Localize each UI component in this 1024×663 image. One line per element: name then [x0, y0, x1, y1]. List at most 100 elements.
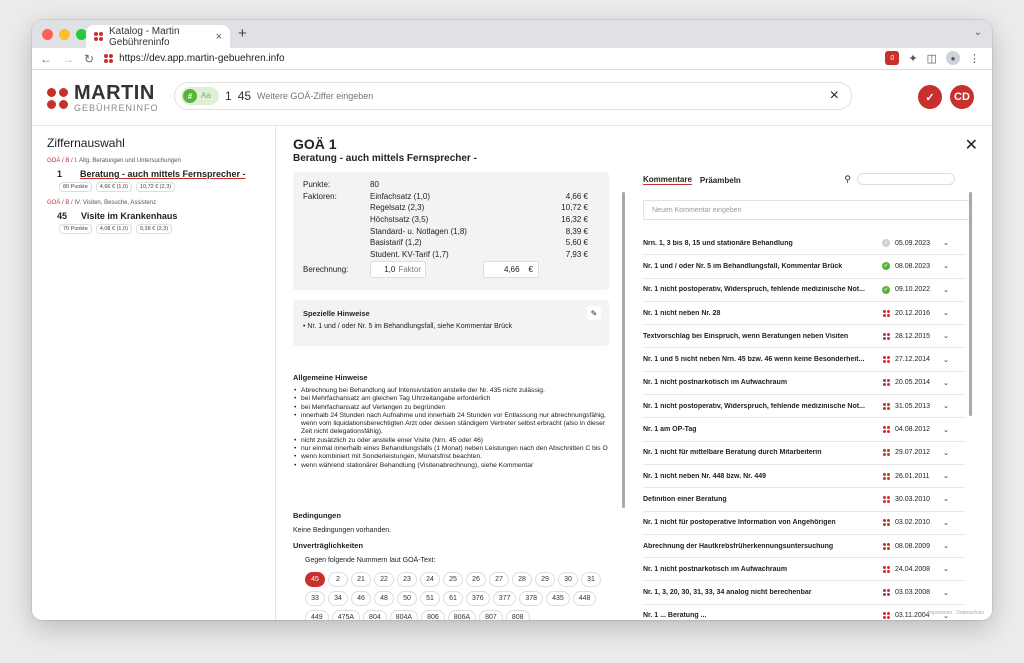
unvertr-number-chip[interactable]: 2 — [328, 572, 348, 587]
tab-kommentare[interactable]: Kommentare — [643, 175, 692, 185]
expand-chevron-icon[interactable]: ⌄ — [943, 472, 955, 480]
unvertr-number-chip[interactable]: 33 — [305, 591, 325, 606]
unvertr-number-chip[interactable]: 25 — [443, 572, 463, 587]
unvertr-number-chip[interactable]: 29 — [535, 572, 555, 587]
kommentar-scrollbar[interactable] — [969, 192, 972, 416]
kommentar-row[interactable]: Nr. 1 nicht neben Nr. 448 bzw. Nr. 449 26… — [643, 465, 965, 489]
kommentar-row[interactable]: Nr. 1 nicht für mittelbare Beratung durc… — [643, 442, 965, 465]
expand-chevron-icon[interactable]: ⌄ — [943, 519, 955, 527]
unvertr-number-chip[interactable]: 48 — [374, 591, 394, 606]
expand-chevron-icon[interactable]: ⌄ — [943, 356, 955, 364]
expand-chevron-icon[interactable]: ⌄ — [943, 426, 955, 434]
betrag-input[interactable]: 4,66 € — [483, 261, 539, 279]
tab-list-chevron-icon[interactable]: ⌄ — [974, 27, 982, 38]
unvertr-number-chip[interactable]: 27 — [489, 572, 509, 587]
unvertr-number-chip[interactable]: 806 — [421, 610, 445, 620]
expand-chevron-icon[interactable]: ⌄ — [943, 542, 955, 550]
kommentar-row[interactable]: Nr. 1 und / oder Nr. 5 im Behandlungsfal… — [643, 255, 965, 279]
unvertr-number-chip[interactable]: 22 — [374, 572, 394, 587]
ziffer-item-1[interactable]: 1 Beratung - auch mittels Fernsprecher - — [57, 169, 260, 179]
unvertr-number-chip[interactable]: 46 — [351, 591, 371, 606]
url-field[interactable]: https://dev.app.martin-gebuehren.info — [104, 53, 285, 64]
check-button[interactable]: ✓ — [918, 85, 942, 109]
unvertr-number-chip[interactable]: 23 — [397, 572, 417, 587]
menu-dots-icon[interactable]: ⋮ — [969, 52, 980, 65]
expand-chevron-icon[interactable]: ⌄ — [943, 309, 955, 317]
expand-chevron-icon[interactable]: ⌄ — [943, 239, 955, 247]
ziffer-item-45[interactable]: 45 Visite im Krankenhaus — [57, 211, 260, 221]
reload-icon[interactable]: ↻ — [84, 52, 94, 66]
forward-arrow-icon[interactable]: → — [62, 52, 74, 66]
search-mode-toggle[interactable]: # Aa — [181, 87, 219, 105]
edit-pencil-icon[interactable]: ✎ — [587, 306, 601, 320]
unvertr-number-chip[interactable]: 435 — [546, 591, 570, 606]
kommentar-row[interactable]: Nr. 1, 3, 20, 30, 31, 33, 34 analog nich… — [643, 581, 965, 605]
unvertr-number-chip[interactable]: 50 — [397, 591, 417, 606]
minimize-window-button[interactable] — [59, 29, 70, 40]
kommentar-row[interactable]: Nr. 1 nicht für postoperative Informatio… — [643, 512, 965, 535]
search-icon[interactable]: ⚲ — [844, 174, 851, 185]
unvertr-number-chip[interactable]: 475A — [331, 610, 361, 620]
unvertr-number-chip[interactable]: 24 — [420, 572, 440, 587]
new-tab-button[interactable]: + — [238, 25, 247, 42]
browser-tab[interactable]: Katalog - Martin Gebühreninfo × — [86, 25, 230, 48]
kommentar-row[interactable]: Nr. 1 nicht neben Nr. 28 20.12.2016 ⌄ — [643, 302, 965, 326]
expand-chevron-icon[interactable]: ⌄ — [943, 449, 955, 457]
kommentar-row[interactable]: Textvorschlag bei Einspruch, wenn Beratu… — [643, 325, 965, 349]
tab-close-icon[interactable]: × — [216, 31, 222, 43]
unvertr-number-chip[interactable]: 377 — [492, 591, 517, 606]
unvertr-number-chip[interactable]: 376 — [466, 591, 490, 606]
extension-badge-icon[interactable]: 0 — [885, 51, 900, 65]
puzzle-icon[interactable]: ✦ — [908, 52, 917, 65]
breadcrumb-b[interactable]: B — [65, 200, 69, 206]
expand-chevron-icon[interactable]: ⌄ — [943, 332, 955, 340]
unvertr-number-chip[interactable]: 61 — [443, 591, 463, 606]
unvertr-number-chip[interactable]: 448 — [572, 591, 597, 606]
unvertr-number-chip[interactable]: 30 — [558, 572, 578, 587]
unvertr-number-chip[interactable]: 378 — [519, 591, 544, 606]
kommentar-row[interactable]: Abrechnung der Hautkrebsfrüherkennungsun… — [643, 535, 965, 559]
kommentar-row[interactable]: Nr. 1 nicht postnarkotisch im Aufwachrau… — [643, 372, 965, 396]
kommentar-row[interactable]: Nr. 1 nicht postoperativ, Widerspruch, f… — [643, 279, 965, 302]
selected-number-1[interactable]: 1 — [225, 89, 232, 103]
kommentar-row[interactable]: Nr. 1 ... Beratung ... 03.11.2004 ⌄ — [643, 605, 965, 620]
expand-chevron-icon[interactable]: ⌄ — [943, 495, 955, 503]
unvertr-number-chip[interactable]: 449 — [305, 610, 329, 620]
unvertr-number-chip[interactable]: 21 — [351, 572, 371, 587]
kommentar-row[interactable]: Definition einer Beratung 30.03.2010 ⌄ — [643, 488, 965, 512]
ziffer-title[interactable]: Beratung - auch mittels Fernsprecher - — [80, 169, 246, 179]
faktor-input[interactable]: 1,0 Faktor — [370, 261, 426, 279]
sidepanel-icon[interactable]: ◫ — [927, 52, 937, 65]
kommentar-search-input[interactable] — [857, 173, 955, 185]
unvertr-number-chip[interactable]: 804 — [363, 610, 387, 620]
search-input[interactable] — [257, 91, 824, 101]
breadcrumb-goae[interactable]: GOÄ — [47, 200, 60, 206]
unvertr-number-chip[interactable]: 807 — [479, 610, 503, 620]
new-kommentar-input[interactable]: Neuen Kommentar eingeben — [643, 200, 971, 220]
expand-chevron-icon[interactable]: ⌄ — [943, 402, 955, 410]
unvertr-number-chip[interactable]: 31 — [581, 572, 601, 587]
unvertr-number-chip[interactable]: 34 — [328, 591, 348, 606]
unvertr-number-chip[interactable]: 26 — [466, 572, 486, 587]
brand-logo[interactable]: MARTIN GEBÜHRENINFO — [47, 83, 159, 113]
expand-chevron-icon[interactable]: ⌄ — [943, 262, 955, 270]
breadcrumb-section[interactable]: IV. Visiten, Besuche, Assistenz — [74, 200, 156, 206]
expand-chevron-icon[interactable]: ⌄ — [943, 286, 955, 294]
detail-scrollbar[interactable] — [622, 192, 625, 508]
unvertr-number-chip[interactable]: 806A — [447, 610, 477, 620]
back-arrow-icon[interactable]: ← — [40, 52, 52, 66]
breadcrumb-goae[interactable]: GOÄ — [47, 158, 60, 164]
datenschutz-link[interactable]: Datenschutz — [956, 610, 984, 616]
impressum-link[interactable]: Impressum — [927, 610, 952, 616]
kommentar-row[interactable]: Nr. 1 nicht postoperativ, Widerspruch, f… — [643, 395, 965, 419]
close-detail-icon[interactable]: ✕ — [965, 135, 978, 155]
breadcrumb-section[interactable]: I. Allg. Beratungen und Untersuchungen — [74, 158, 180, 164]
kommentar-row[interactable]: Nrn. 1, 3 bis 8, 15 und stationäre Behan… — [643, 232, 965, 256]
close-window-button[interactable] — [42, 29, 53, 40]
unvertr-number-chip[interactable]: 808 — [505, 610, 530, 620]
unvertr-number-chip[interactable]: 45 — [305, 572, 325, 587]
unvertr-number-chip[interactable]: 28 — [512, 572, 532, 587]
kommentar-row[interactable]: Nr. 1 am OP-Tag 04.08.2012 ⌄ — [643, 418, 965, 442]
expand-chevron-icon[interactable]: ⌄ — [943, 565, 955, 573]
ziffer-title[interactable]: Visite im Krankenhaus — [81, 211, 177, 221]
